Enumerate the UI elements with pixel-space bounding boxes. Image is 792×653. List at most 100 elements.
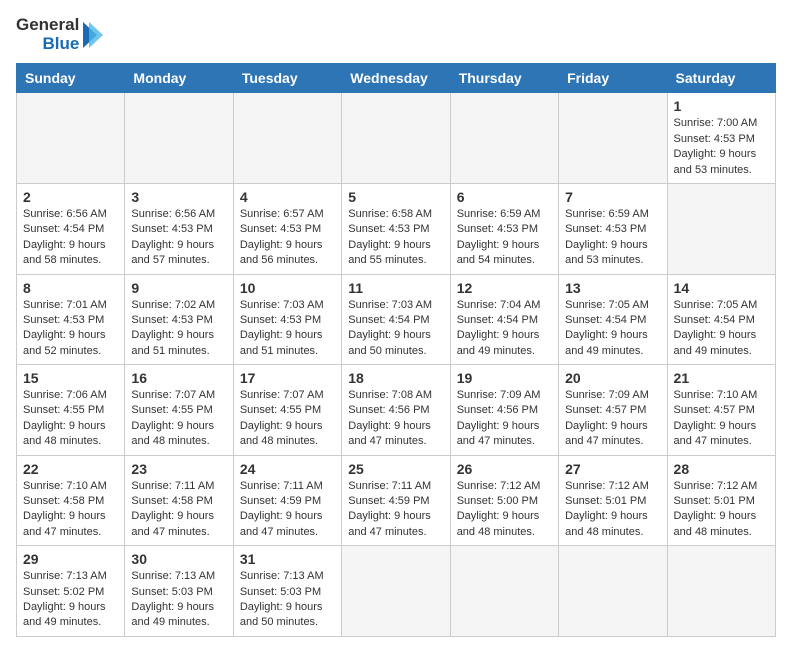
calendar-cell: 1 Sunrise: 7:00 AM Sunset: 4:53 PM Dayli… xyxy=(667,93,775,184)
day-info: Sunrise: 7:01 AM Sunset: 4:53 PM Dayligh… xyxy=(23,298,118,360)
daylight-minutes: and 47 minutes. xyxy=(348,435,426,447)
daylight-minutes: and 53 minutes. xyxy=(674,164,752,176)
calendar-cell: 11 Sunrise: 7:03 AM Sunset: 4:54 PM Dayl… xyxy=(342,274,450,365)
sunrise-label: Sunrise: 7:09 AM xyxy=(457,389,541,401)
sunrise-label: Sunrise: 7:13 AM xyxy=(131,570,215,582)
sunset-label: Sunset: 4:58 PM xyxy=(131,495,212,507)
day-info: Sunrise: 7:05 AM Sunset: 4:54 PM Dayligh… xyxy=(674,298,769,360)
day-number: 8 xyxy=(23,280,118,296)
daylight-label: Daylight: 9 hours xyxy=(131,329,214,341)
calendar-cell: 6 Sunrise: 6:59 AM Sunset: 4:53 PM Dayli… xyxy=(450,183,558,274)
sunrise-label: Sunrise: 7:05 AM xyxy=(565,299,649,311)
daylight-minutes: and 48 minutes. xyxy=(565,526,643,538)
header: General Blue xyxy=(16,16,776,53)
day-number: 16 xyxy=(131,370,226,386)
daylight-label: Daylight: 9 hours xyxy=(674,510,757,522)
calendar-cell: 14 Sunrise: 7:05 AM Sunset: 4:54 PM Dayl… xyxy=(667,274,775,365)
daylight-minutes: and 47 minutes. xyxy=(565,435,643,447)
day-number: 15 xyxy=(23,370,118,386)
calendar-cell: 17 Sunrise: 7:07 AM Sunset: 4:55 PM Dayl… xyxy=(233,365,341,456)
sunset-label: Sunset: 4:54 PM xyxy=(23,223,104,235)
daylight-minutes: and 54 minutes. xyxy=(457,254,535,266)
day-info: Sunrise: 7:12 AM Sunset: 5:01 PM Dayligh… xyxy=(674,479,769,541)
day-number: 13 xyxy=(565,280,660,296)
day-info: Sunrise: 7:03 AM Sunset: 4:53 PM Dayligh… xyxy=(240,298,335,360)
sunrise-label: Sunrise: 7:12 AM xyxy=(674,480,758,492)
day-number: 1 xyxy=(674,98,769,114)
sunset-label: Sunset: 4:59 PM xyxy=(240,495,321,507)
calendar-cell xyxy=(559,546,667,637)
daylight-label: Daylight: 9 hours xyxy=(23,329,106,341)
sunrise-label: Sunrise: 7:02 AM xyxy=(131,299,215,311)
sunset-label: Sunset: 4:53 PM xyxy=(240,314,321,326)
calendar-cell: 26 Sunrise: 7:12 AM Sunset: 5:00 PM Dayl… xyxy=(450,455,558,546)
day-number: 4 xyxy=(240,189,335,205)
sunrise-label: Sunrise: 7:01 AM xyxy=(23,299,107,311)
day-info: Sunrise: 6:59 AM Sunset: 4:53 PM Dayligh… xyxy=(457,207,552,269)
daylight-minutes: and 49 minutes. xyxy=(23,616,101,628)
day-number: 22 xyxy=(23,461,118,477)
daylight-minutes: and 52 minutes. xyxy=(23,345,101,357)
sunrise-label: Sunrise: 7:05 AM xyxy=(674,299,758,311)
daylight-label: Daylight: 9 hours xyxy=(240,420,323,432)
day-info: Sunrise: 7:13 AM Sunset: 5:03 PM Dayligh… xyxy=(131,569,226,631)
sunset-label: Sunset: 4:53 PM xyxy=(674,133,755,145)
day-info: Sunrise: 7:12 AM Sunset: 5:00 PM Dayligh… xyxy=(457,479,552,541)
daylight-label: Daylight: 9 hours xyxy=(240,510,323,522)
calendar-cell xyxy=(450,93,558,184)
daylight-minutes: and 49 minutes. xyxy=(131,616,209,628)
calendar-cell: 3 Sunrise: 6:56 AM Sunset: 4:53 PM Dayli… xyxy=(125,183,233,274)
calendar-cell: 2 Sunrise: 6:56 AM Sunset: 4:54 PM Dayli… xyxy=(17,183,125,274)
daylight-minutes: and 56 minutes. xyxy=(240,254,318,266)
logo-text-block: General Blue xyxy=(16,16,79,53)
calendar-cell xyxy=(667,546,775,637)
sunset-label: Sunset: 4:53 PM xyxy=(131,223,212,235)
sunrise-label: Sunrise: 6:57 AM xyxy=(240,208,324,220)
daylight-label: Daylight: 9 hours xyxy=(131,510,214,522)
day-number: 12 xyxy=(457,280,552,296)
sunrise-label: Sunrise: 7:03 AM xyxy=(240,299,324,311)
daylight-label: Daylight: 9 hours xyxy=(457,420,540,432)
sunrise-label: Sunrise: 6:56 AM xyxy=(23,208,107,220)
daylight-minutes: and 47 minutes. xyxy=(674,435,752,447)
day-info: Sunrise: 7:07 AM Sunset: 4:55 PM Dayligh… xyxy=(240,388,335,450)
daylight-minutes: and 48 minutes. xyxy=(131,435,209,447)
day-number: 18 xyxy=(348,370,443,386)
sunset-label: Sunset: 4:54 PM xyxy=(348,314,429,326)
daylight-label: Daylight: 9 hours xyxy=(131,239,214,251)
sunrise-label: Sunrise: 7:09 AM xyxy=(565,389,649,401)
logo-general: General xyxy=(16,16,79,35)
sunset-label: Sunset: 4:57 PM xyxy=(565,404,646,416)
daylight-minutes: and 48 minutes. xyxy=(457,526,535,538)
daylight-label: Daylight: 9 hours xyxy=(348,420,431,432)
daylight-label: Daylight: 9 hours xyxy=(348,329,431,341)
calendar-cell: 24 Sunrise: 7:11 AM Sunset: 4:59 PM Dayl… xyxy=(233,455,341,546)
calendar-cell: 4 Sunrise: 6:57 AM Sunset: 4:53 PM Dayli… xyxy=(233,183,341,274)
day-info: Sunrise: 7:13 AM Sunset: 5:02 PM Dayligh… xyxy=(23,569,118,631)
calendar-cell: 7 Sunrise: 6:59 AM Sunset: 4:53 PM Dayli… xyxy=(559,183,667,274)
calendar-cell xyxy=(342,546,450,637)
sunrise-label: Sunrise: 6:56 AM xyxy=(131,208,215,220)
daylight-label: Daylight: 9 hours xyxy=(565,329,648,341)
daylight-label: Daylight: 9 hours xyxy=(565,420,648,432)
sunset-label: Sunset: 4:58 PM xyxy=(23,495,104,507)
day-number: 19 xyxy=(457,370,552,386)
day-info: Sunrise: 6:56 AM Sunset: 4:54 PM Dayligh… xyxy=(23,207,118,269)
sunset-label: Sunset: 5:02 PM xyxy=(23,586,104,598)
sunrise-label: Sunrise: 7:11 AM xyxy=(131,480,214,492)
day-info: Sunrise: 6:57 AM Sunset: 4:53 PM Dayligh… xyxy=(240,207,335,269)
calendar-cell: 21 Sunrise: 7:10 AM Sunset: 4:57 PM Dayl… xyxy=(667,365,775,456)
day-info: Sunrise: 6:56 AM Sunset: 4:53 PM Dayligh… xyxy=(131,207,226,269)
day-number: 20 xyxy=(565,370,660,386)
header-monday: Monday xyxy=(125,64,233,93)
week-row-3: 15 Sunrise: 7:06 AM Sunset: 4:55 PM Dayl… xyxy=(17,365,776,456)
calendar-cell: 12 Sunrise: 7:04 AM Sunset: 4:54 PM Dayl… xyxy=(450,274,558,365)
daylight-minutes: and 49 minutes. xyxy=(457,345,535,357)
sunrise-label: Sunrise: 7:11 AM xyxy=(240,480,323,492)
daylight-label: Daylight: 9 hours xyxy=(348,239,431,251)
sunrise-label: Sunrise: 7:07 AM xyxy=(131,389,215,401)
calendar-cell xyxy=(559,93,667,184)
daylight-minutes: and 58 minutes. xyxy=(23,254,101,266)
day-info: Sunrise: 6:58 AM Sunset: 4:53 PM Dayligh… xyxy=(348,207,443,269)
daylight-minutes: and 48 minutes. xyxy=(240,435,318,447)
